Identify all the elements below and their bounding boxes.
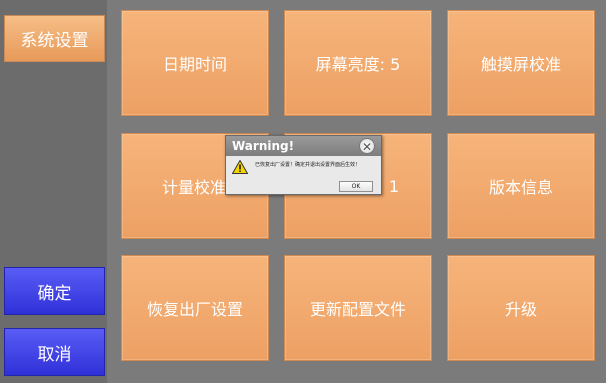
cancel-button[interactable]: 取消 [4, 328, 105, 376]
ok-button[interactable]: OK [339, 181, 373, 192]
update-config-button[interactable]: 更新配置文件 [284, 255, 432, 361]
close-icon[interactable]: ✕ [359, 138, 375, 154]
date-time-button[interactable]: 日期时间 [121, 10, 269, 116]
version-info-label: 版本信息 [488, 178, 553, 197]
upgrade-button[interactable]: 升级 [447, 255, 595, 361]
metering-calibration-label: 计量校准 [162, 178, 227, 197]
dialog-title: Warning! [232, 139, 295, 153]
dialog-title-bar: Warning! [226, 136, 381, 156]
touch-calibration-button[interactable]: 触摸屏校准 [447, 10, 595, 116]
confirm-button[interactable]: 确定 [4, 267, 105, 315]
date-time-label: 日期时间 [162, 55, 227, 74]
warning-icon [232, 160, 248, 174]
tab-system-settings-label: 系统设置 [20, 31, 89, 51]
upgrade-label: 升级 [504, 300, 537, 319]
tab-system-settings[interactable]: 系统设置 [4, 15, 105, 62]
factory-reset-label: 恢复出厂设置 [146, 300, 243, 319]
sidebar: 系统设置 确定 取消 [0, 0, 107, 383]
screen-brightness-label: 屏幕亮度: 5 [315, 55, 401, 74]
dialog-message: 已恢复出厂设置！确定并退出设置界面后生效！ [255, 162, 361, 168]
version-info-button[interactable]: 版本信息 [447, 133, 595, 239]
factory-reset-button[interactable]: 恢复出厂设置 [121, 255, 269, 361]
screen-brightness-button[interactable]: 屏幕亮度: 5 [284, 10, 432, 116]
update-config-label: 更新配置文件 [309, 300, 406, 319]
confirm-label: 确定 [37, 283, 72, 304]
touch-calibration-label: 触摸屏校准 [480, 55, 561, 74]
cancel-label: 取消 [37, 344, 72, 365]
warning-dialog: Warning! ✕ 已恢复出厂设置！确定并退出设置界面后生效！ OK [225, 135, 382, 195]
ok-label: OK [351, 183, 361, 190]
